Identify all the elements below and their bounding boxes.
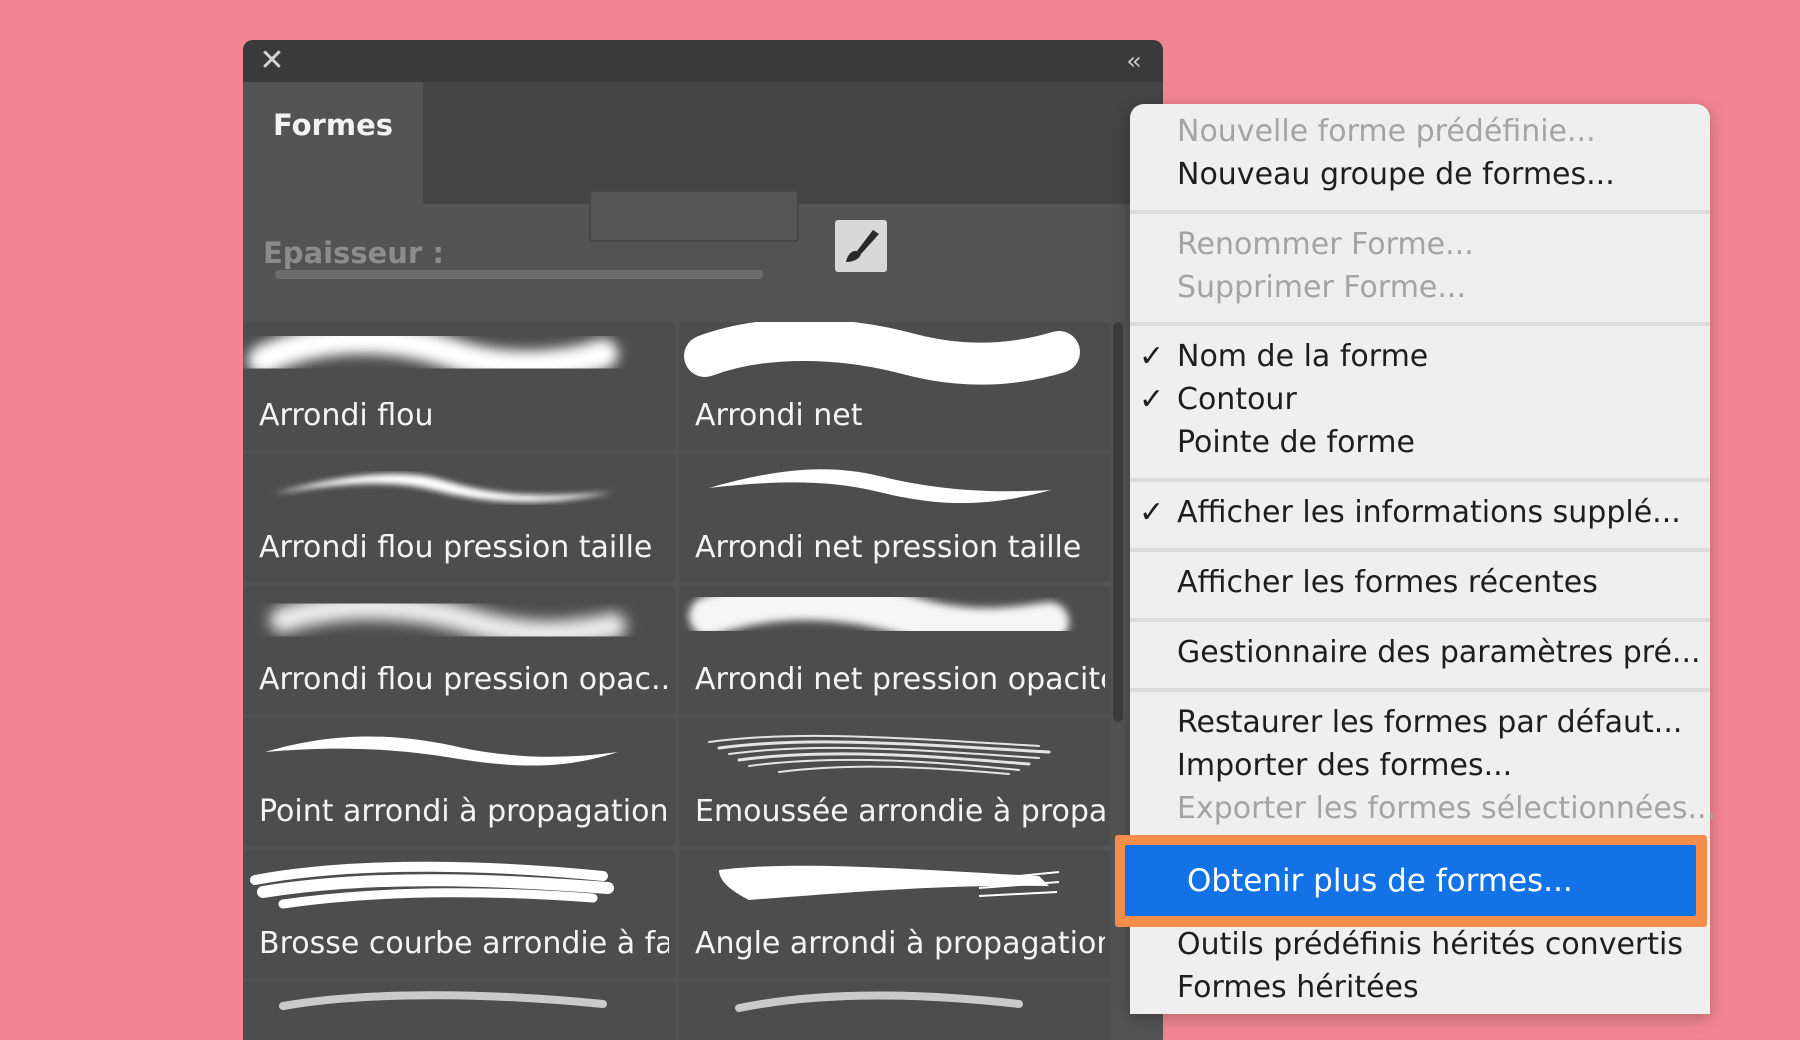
menu-item-import[interactable]: Importer des formes... <box>1177 748 1512 783</box>
menu-item-label: Afficher les informations supplé... <box>1177 495 1681 530</box>
menu-item-get-more[interactable]: Obtenir plus de formes... <box>1125 845 1696 916</box>
menu-separator <box>1130 548 1710 552</box>
menu-item-legacy-tools[interactable]: Outils prédéfinis hérités convertis <box>1177 927 1683 962</box>
menu-separator <box>1130 210 1710 214</box>
menu-item-new-group[interactable]: Nouveau groupe de formes... <box>1177 157 1615 192</box>
tab-label: Formes <box>273 108 394 142</box>
brush-item[interactable]: Brosse courbe arrondie à fa... <box>243 850 675 978</box>
check-icon: ✓ <box>1139 339 1165 374</box>
menu-item-show-extra-info[interactable]: ✓ Afficher les informations supplé... <box>1139 495 1681 530</box>
menu-item-brush-tip[interactable]: Pointe de forme <box>1177 425 1415 460</box>
brush-label: Arrondi net <box>695 398 863 433</box>
menu-item-new-preset[interactable]: Nouvelle forme prédéfinie... <box>1177 114 1596 149</box>
brush-item[interactable]: Point arrondi à propagation <box>243 718 675 846</box>
menu-item-stroke[interactable]: ✓ Contour <box>1139 382 1297 417</box>
brush-item[interactable]: Arrondi flou <box>243 322 675 450</box>
menu-item-restore-default[interactable]: Restaurer les formes par défaut... <box>1177 705 1682 740</box>
brush-item[interactable]: Arrondi flou pression taille <box>243 454 675 582</box>
menu-separator <box>1130 322 1710 326</box>
highlight-outline: Obtenir plus de formes... <box>1115 835 1707 927</box>
menu-item-label: Contour <box>1177 382 1297 417</box>
brush-item[interactable]: Angle arrondi à propagation <box>679 850 1111 978</box>
brush-label: Point arrondi à propagation <box>259 794 669 829</box>
menu-item-show-recent[interactable]: Afficher les formes récentes <box>1177 565 1598 600</box>
brush-item[interactable]: Emoussée arrondie à propa... <box>679 718 1111 846</box>
check-icon: ✓ <box>1139 495 1165 530</box>
menu-item-delete[interactable]: Supprimer Forme... <box>1177 270 1466 305</box>
menu-separator <box>1130 618 1710 622</box>
brush-item[interactable]: Arrondi net <box>679 322 1111 450</box>
menu-item-rename[interactable]: Renommer Forme... <box>1177 227 1474 262</box>
panel-titlebar: ✕ ‹‹ <box>243 40 1163 82</box>
brush-item[interactable] <box>243 982 675 1040</box>
brush-icon <box>846 230 879 262</box>
brush-item[interactable]: Arrondi net pression opacité <box>679 586 1111 714</box>
collapse-icon[interactable]: ‹‹ <box>1115 46 1149 76</box>
menu-separator <box>1130 478 1710 482</box>
menu-item-label: Obtenir plus de formes... <box>1187 863 1573 899</box>
close-icon[interactable]: ✕ <box>257 46 287 76</box>
brush-item[interactable] <box>679 982 1111 1040</box>
brush-stroke-preview <box>279 991 607 1010</box>
menu-item-label: Nom de la forme <box>1177 339 1429 374</box>
thickness-label: Epaisseur : <box>263 236 444 270</box>
brush-label: Angle arrondi à propagation <box>695 926 1105 961</box>
brush-label: Emoussée arrondie à propa... <box>695 794 1105 829</box>
tab-formes[interactable]: Formes <box>243 82 423 206</box>
brush-label: Brosse courbe arrondie à fa... <box>259 926 669 961</box>
brush-settings-button[interactable] <box>835 220 887 272</box>
menu-item-brush-name[interactable]: ✓ Nom de la forme <box>1139 339 1429 374</box>
menu-item-preset-manager[interactable]: Gestionnaire des paramètres pré... <box>1177 635 1701 670</box>
brush-stroke-preview <box>735 991 1023 1012</box>
brush-item[interactable]: Arrondi flou pression opac... <box>243 586 675 714</box>
brush-item[interactable]: Arrondi net pression taille <box>679 454 1111 582</box>
thickness-input[interactable] <box>589 190 799 242</box>
menu-item-export[interactable]: Exporter les formes sélectionnées... <box>1177 791 1716 826</box>
brush-label: Arrondi net pression taille <box>695 530 1082 565</box>
brush-label: Arrondi flou pression opac... <box>259 662 669 697</box>
brush-label: Arrondi net pression opacité <box>695 662 1105 697</box>
menu-item-legacy-brushes[interactable]: Formes héritées <box>1177 970 1419 1005</box>
brush-grid-scrollbar[interactable] <box>1113 322 1123 722</box>
brush-label: Arrondi flou pression taille <box>259 530 653 565</box>
menu-separator <box>1130 688 1710 692</box>
brushes-panel: ✕ ‹‹ Formes ≡ Epaisseur : Arrondi flou A… <box>243 40 1163 1040</box>
brush-label: Arrondi flou <box>259 398 434 433</box>
check-icon: ✓ <box>1139 382 1165 417</box>
thickness-slider[interactable] <box>275 270 763 279</box>
